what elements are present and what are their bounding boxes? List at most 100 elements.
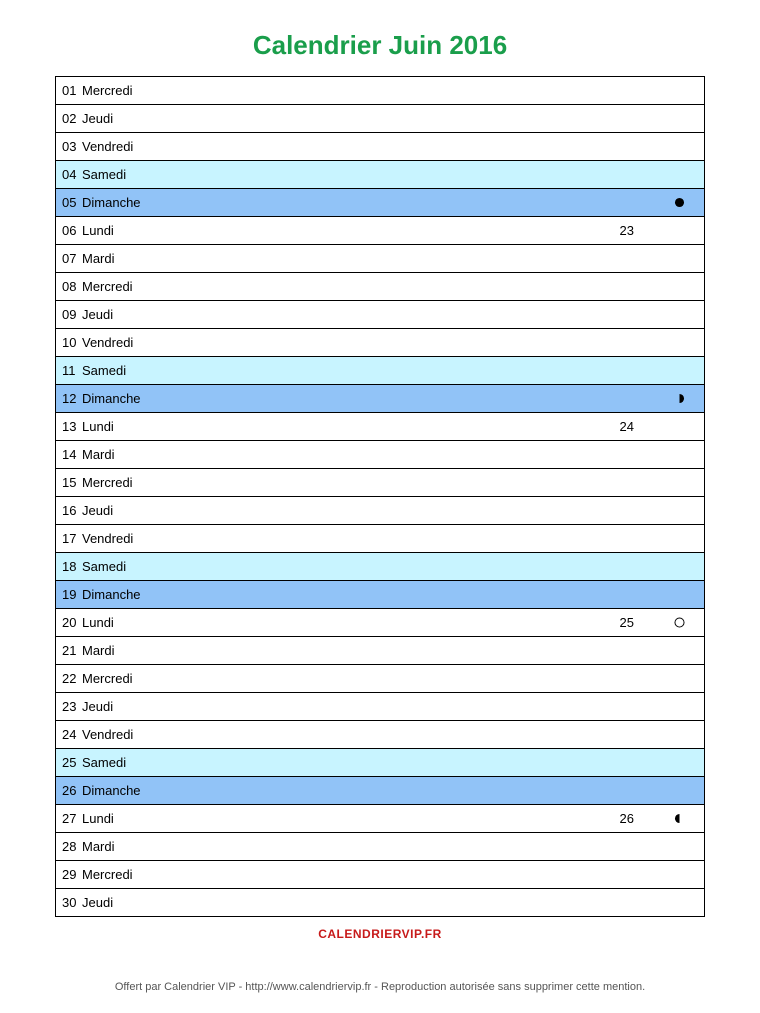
day-name: Jeudi — [82, 895, 704, 910]
day-name: Samedi — [82, 167, 704, 182]
day-name: Vendredi — [82, 727, 704, 742]
calendar-table: 01Mercredi02Jeudi03Vendredi04Samedi05Dim… — [55, 76, 705, 917]
day-number: 09 — [62, 307, 82, 322]
day-number: 24 — [62, 727, 82, 742]
week-number: 25 — [620, 615, 634, 630]
day-number: 15 — [62, 475, 82, 490]
week-number: 26 — [620, 811, 634, 826]
day-name: Dimanche — [82, 783, 704, 798]
day-row: 11Samedi — [56, 357, 704, 385]
day-number: 19 — [62, 587, 82, 602]
day-row: 15Mercredi — [56, 469, 704, 497]
day-name: Mardi — [82, 839, 704, 854]
day-name: Lundi — [82, 419, 704, 434]
day-name: Jeudi — [82, 503, 704, 518]
full-moon-icon — [673, 616, 686, 629]
day-number: 10 — [62, 335, 82, 350]
day-name: Lundi — [82, 615, 704, 630]
day-row: 05Dimanche — [56, 189, 704, 217]
day-row: 26Dimanche — [56, 777, 704, 805]
day-number: 03 — [62, 139, 82, 154]
day-number: 16 — [62, 503, 82, 518]
day-name: Lundi — [82, 223, 704, 238]
day-name: Dimanche — [82, 391, 704, 406]
day-row: 28Mardi — [56, 833, 704, 861]
day-row: 03Vendredi — [56, 133, 704, 161]
day-number: 27 — [62, 811, 82, 826]
day-row: 10Vendredi — [56, 329, 704, 357]
day-name: Mercredi — [82, 83, 704, 98]
day-name: Samedi — [82, 559, 704, 574]
day-number: 23 — [62, 699, 82, 714]
day-name: Vendredi — [82, 531, 704, 546]
day-number: 18 — [62, 559, 82, 574]
day-number: 07 — [62, 251, 82, 266]
day-row: 24Vendredi — [56, 721, 704, 749]
day-number: 22 — [62, 671, 82, 686]
day-name: Dimanche — [82, 195, 704, 210]
day-row: 01Mercredi — [56, 77, 704, 105]
day-row: 04Samedi — [56, 161, 704, 189]
day-row: 08Mercredi — [56, 273, 704, 301]
day-row: 17Vendredi — [56, 525, 704, 553]
day-name: Mercredi — [82, 867, 704, 882]
day-name: Vendredi — [82, 139, 704, 154]
day-row: 13Lundi24 — [56, 413, 704, 441]
day-name: Lundi — [82, 811, 704, 826]
day-number: 12 — [62, 391, 82, 406]
day-name: Dimanche — [82, 587, 704, 602]
day-name: Jeudi — [82, 307, 704, 322]
day-name: Mardi — [82, 447, 704, 462]
day-number: 17 — [62, 531, 82, 546]
day-name: Vendredi — [82, 335, 704, 350]
day-row: 16Jeudi — [56, 497, 704, 525]
first-quarter-icon — [673, 392, 686, 405]
day-row: 30Jeudi — [56, 889, 704, 917]
day-number: 13 — [62, 419, 82, 434]
day-name: Jeudi — [82, 111, 704, 126]
day-number: 25 — [62, 755, 82, 770]
day-number: 05 — [62, 195, 82, 210]
day-row: 23Jeudi — [56, 693, 704, 721]
day-number: 14 — [62, 447, 82, 462]
day-number: 29 — [62, 867, 82, 882]
day-row: 14Mardi — [56, 441, 704, 469]
day-row: 09Jeudi — [56, 301, 704, 329]
week-number: 23 — [620, 223, 634, 238]
day-row: 12Dimanche — [56, 385, 704, 413]
day-number: 04 — [62, 167, 82, 182]
page-title: Calendrier Juin 2016 — [55, 30, 705, 61]
day-row: 19Dimanche — [56, 581, 704, 609]
day-name: Mardi — [82, 251, 704, 266]
day-row: 27Lundi26 — [56, 805, 704, 833]
day-name: Samedi — [82, 363, 704, 378]
day-number: 20 — [62, 615, 82, 630]
day-number: 08 — [62, 279, 82, 294]
day-row: 07Mardi — [56, 245, 704, 273]
day-name: Samedi — [82, 755, 704, 770]
day-number: 02 — [62, 111, 82, 126]
day-row: 25Samedi — [56, 749, 704, 777]
day-row: 21Mardi — [56, 637, 704, 665]
day-row: 18Samedi — [56, 553, 704, 581]
day-number: 28 — [62, 839, 82, 854]
day-row: 29Mercredi — [56, 861, 704, 889]
footer-brand: CALENDRIERVIP.FR — [55, 927, 705, 941]
day-name: Mercredi — [82, 475, 704, 490]
day-row: 20Lundi25 — [56, 609, 704, 637]
day-row: 06Lundi23 — [56, 217, 704, 245]
day-name: Mercredi — [82, 279, 704, 294]
last-quarter-icon — [673, 812, 686, 825]
day-number: 01 — [62, 83, 82, 98]
day-number: 06 — [62, 223, 82, 238]
day-number: 30 — [62, 895, 82, 910]
footer-credit: Offert par Calendrier VIP - http://www.c… — [55, 981, 705, 993]
day-number: 21 — [62, 643, 82, 658]
week-number: 24 — [620, 419, 634, 434]
day-name: Mardi — [82, 643, 704, 658]
day-name: Mercredi — [82, 671, 704, 686]
day-number: 26 — [62, 783, 82, 798]
day-row: 02Jeudi — [56, 105, 704, 133]
day-name: Jeudi — [82, 699, 704, 714]
day-number: 11 — [62, 363, 82, 378]
